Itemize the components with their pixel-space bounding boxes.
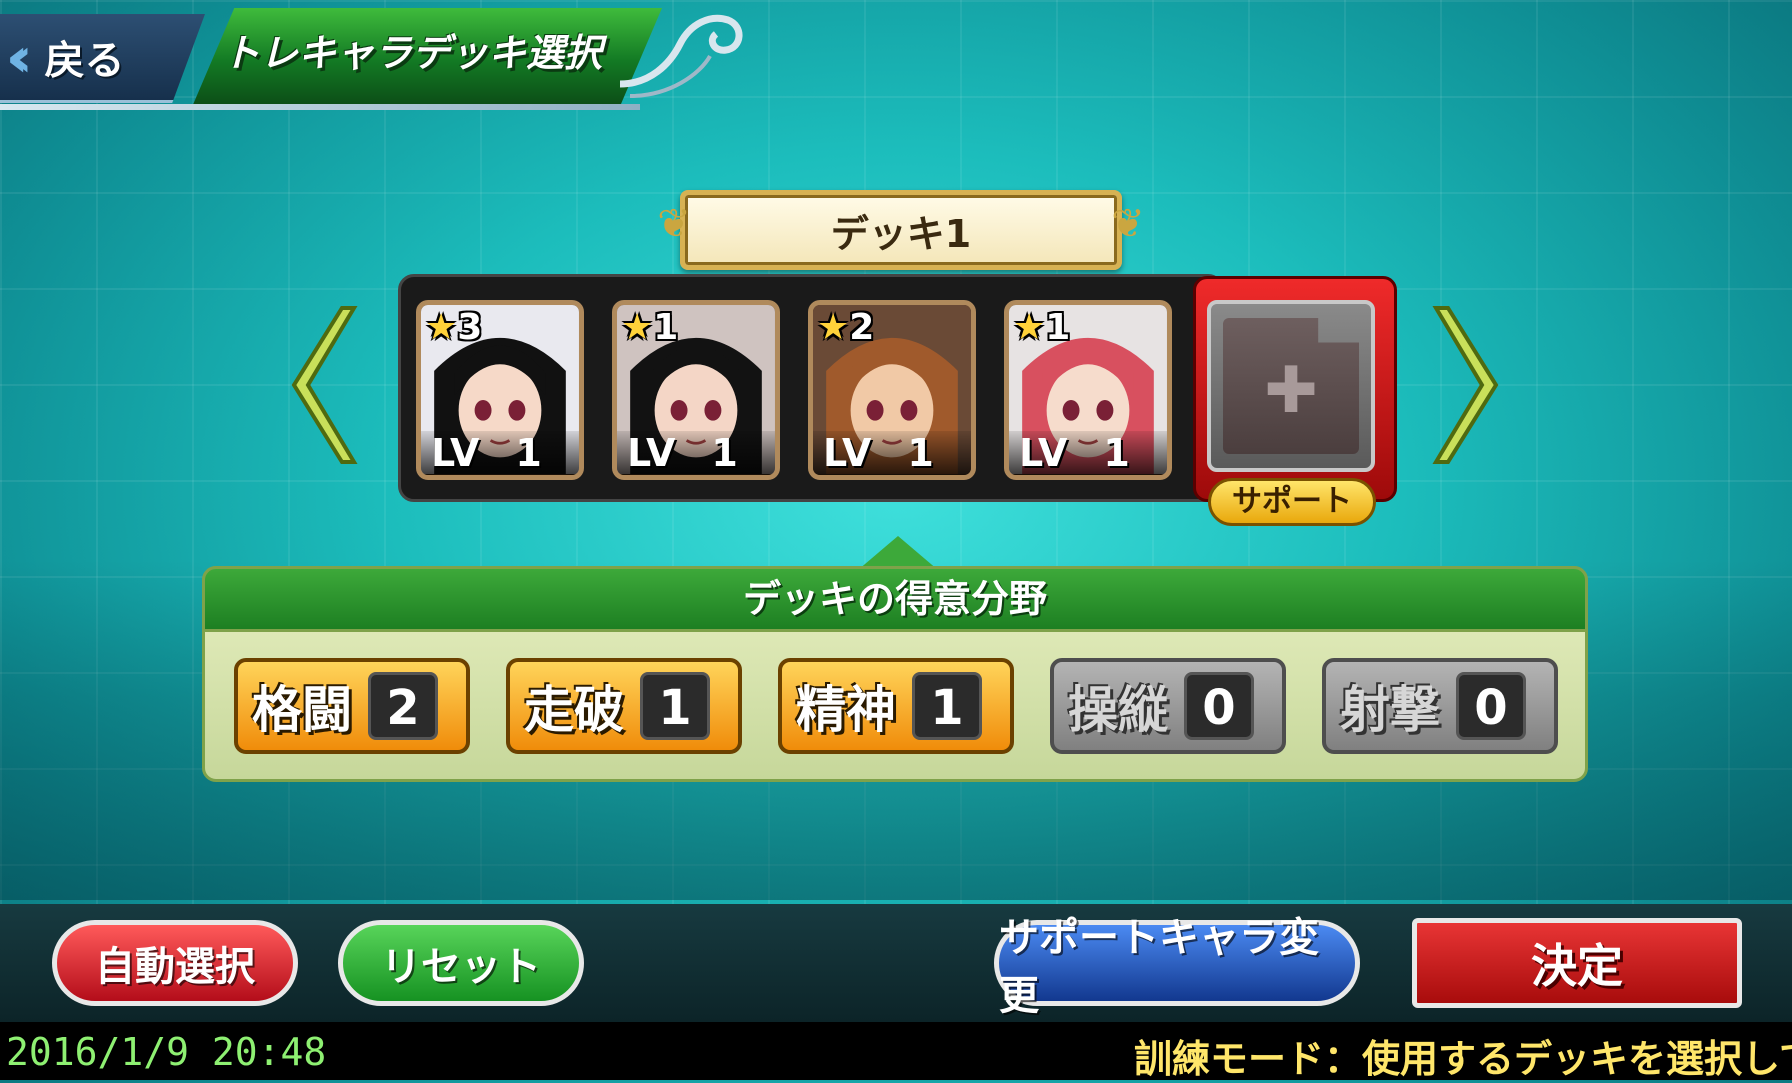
card-level: LV 1 (813, 431, 971, 475)
skill-badge-5: 射撃 0 (1322, 658, 1558, 754)
level-value: 1 (515, 431, 542, 475)
card-level: LV 1 (1009, 431, 1167, 475)
skill-badge-3: 精神 1 (778, 658, 1014, 754)
skill-value: 1 (640, 672, 710, 740)
deck-card-3[interactable]: ★2 LV 1 (808, 300, 976, 480)
skill-value: 2 (368, 672, 438, 740)
skill-name: 格闘 (252, 681, 352, 739)
info-ticker: 訓練モード：使用するデッキを選択して (1134, 1037, 1792, 1081)
skill-badge-1: 格闘 2 (234, 658, 470, 754)
level-label: LV (627, 431, 676, 475)
level-value: 1 (711, 431, 738, 475)
page-title: トレキャラデッキ選択 (222, 31, 603, 75)
level-value: 1 (1103, 431, 1130, 475)
skill-value: 1 (912, 672, 982, 740)
skill-badge-2: 走破 1 (506, 658, 742, 754)
ornament-right-icon: ❦ (1111, 201, 1145, 247)
datetime: 2016/1/9 20:48 (6, 1030, 327, 1074)
star-rating: ★1 (1013, 307, 1071, 348)
skill-value: 0 (1184, 672, 1254, 740)
chevron-right-icon[interactable] (1420, 300, 1500, 470)
card-level: LV 1 (421, 431, 579, 475)
support-card-slot[interactable]: ✚ (1207, 300, 1375, 472)
change-support-button[interactable]: サポートキャラ変更 (994, 915, 1360, 1019)
star-rating: ★2 (817, 307, 875, 348)
deck-name: デッキ1 (830, 211, 972, 256)
deck-card-4[interactable]: ★1 LV 1 (1004, 300, 1172, 480)
level-label: LV (431, 431, 480, 475)
auto-select-button[interactable]: 自動選択 (52, 920, 298, 1006)
skill-name: 走破 (524, 681, 624, 739)
star-icon: ★ (621, 307, 654, 348)
level-label: LV (823, 431, 872, 475)
header-divider (0, 104, 640, 110)
ornament-left-icon: ❦ (657, 201, 691, 247)
confirm-button[interactable]: 決定 (1412, 918, 1742, 1008)
star-rating: ★1 (621, 307, 679, 348)
plus-icon: ✚ (1264, 354, 1318, 428)
deck-card-1[interactable]: ★3 LV 1 (416, 300, 584, 480)
skill-name: 射撃 (1340, 681, 1440, 739)
card-level: LV 1 (617, 431, 775, 475)
specialty-title: デッキの得意分野 (202, 566, 1588, 632)
back-label: 戻る (44, 38, 125, 84)
star-icon: ★ (1013, 307, 1046, 348)
deck-card-2[interactable]: ★1 LV 1 (612, 300, 780, 480)
back-button[interactable]: ‹‹ 戻る (0, 14, 205, 103)
ornament-swirl-icon (619, 14, 743, 98)
chevron-left-icon[interactable] (290, 300, 370, 470)
reset-button[interactable]: リセット (338, 920, 584, 1006)
star-icon: ★ (817, 307, 850, 348)
star-icon: ★ (425, 307, 458, 348)
skill-value: 0 (1456, 672, 1526, 740)
header: ‹‹ 戻る トレキャラデッキ選択 (0, 0, 760, 130)
panel-pointer (858, 536, 938, 570)
level-value: 1 (907, 431, 934, 475)
skill-name: 精神 (796, 681, 896, 739)
skill-name: 操縦 (1068, 681, 1168, 739)
double-chevron-left-icon: ‹‹ (6, 25, 32, 89)
level-label: LV (1019, 431, 1068, 475)
skill-badge-4: 操縦 0 (1050, 658, 1286, 754)
star-rating: ★3 (425, 307, 483, 348)
support-label: サポート (1208, 478, 1376, 526)
deck-name-plate: ❦ デッキ1 ❦ (657, 190, 1145, 270)
